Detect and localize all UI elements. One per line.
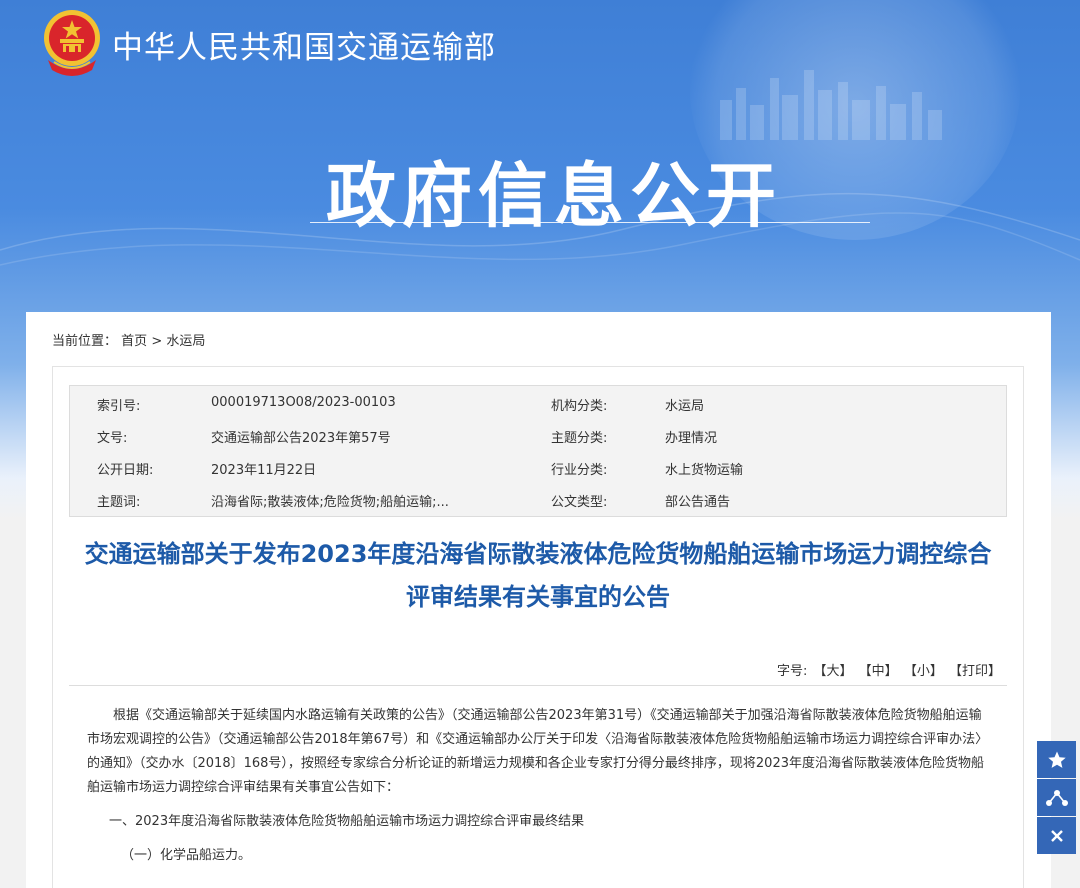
paragraph-intro: 根据《交通运输部关于延续国内水路运输有关政策的公告》（交通运输部公告2023年第… — [87, 708, 989, 795]
doctype-value: 部公告通告 — [665, 495, 731, 510]
index-label: 索引号: — [97, 399, 141, 414]
article-container: 索引号: 000019713O08/2023-00103 机构分类: 水运局 文… — [52, 366, 1024, 888]
breadcrumb-home-link[interactable]: 首页 — [121, 334, 147, 349]
share-button[interactable] — [1037, 779, 1076, 816]
city-skyline-decoration — [720, 70, 942, 140]
close-icon — [1050, 829, 1063, 842]
section-title: 政府信息公开 — [326, 154, 782, 237]
breadcrumb-current-link[interactable]: 水运局 — [166, 334, 205, 349]
print-button[interactable]: 【打印】 — [949, 664, 1001, 679]
date-value: 2023年11月22日 — [211, 463, 317, 478]
font-size-controls: 字号: 【大】 【中】 【小】 【打印】 — [777, 660, 1001, 679]
document-body: 根据《交通运输部关于延续国内水路运输有关政策的公告》（交通运输部公告2023年第… — [87, 704, 993, 868]
font-large-button[interactable]: 【大】 — [814, 664, 853, 679]
keywords-value: 沿海省际;散装液体;危险货物;船舶运输;... — [211, 495, 449, 510]
close-button[interactable] — [1037, 817, 1076, 854]
font-medium-button[interactable]: 【中】 — [859, 664, 898, 679]
org-value: 水运局 — [665, 399, 705, 414]
doctype-label: 公文类型: — [551, 495, 608, 510]
content-divider — [69, 685, 1007, 686]
docno-label: 文号: — [97, 431, 128, 446]
share-icon — [1045, 789, 1068, 806]
breadcrumb-separator: > — [151, 334, 163, 349]
ministry-name[interactable]: 中华人民共和国交通运输部 — [112, 22, 496, 67]
breadcrumb: 当前位置： 首页 > 水运局 — [52, 330, 205, 349]
font-small-button[interactable]: 【小】 — [904, 664, 943, 679]
paragraph-subsection-1: （一）化学品船运力。 — [121, 848, 252, 863]
content-card: 当前位置： 首页 > 水运局 索引号: 000019713O08/2023-00… — [26, 312, 1051, 888]
org-label: 机构分类: — [551, 399, 608, 414]
topic-label: 主题分类: — [551, 431, 608, 446]
metadata-table: 索引号: 000019713O08/2023-00103 机构分类: 水运局 文… — [69, 385, 1007, 517]
industry-label: 行业分类: — [551, 463, 608, 478]
favorite-button[interactable] — [1037, 741, 1076, 778]
keywords-label: 主题词: — [97, 495, 141, 510]
title-underline — [310, 222, 870, 223]
docno-value: 交通运输部公告2023年第57号 — [211, 431, 391, 446]
breadcrumb-prefix: 当前位置： — [52, 334, 118, 349]
industry-value: 水上货物运输 — [665, 463, 744, 478]
paragraph-section-1: 一、2023年度沿海省际散装液体危险货物船舶运输市场运力调控综合评审最终结果 — [109, 814, 585, 829]
date-label: 公开日期: — [97, 463, 154, 478]
index-value: 000019713O08/2023-00103 — [211, 395, 396, 410]
topic-value: 办理情况 — [665, 431, 718, 446]
document-title: 交通运输部关于发布2023年度沿海省际散装液体危险货物船舶运输市场运力调控综合评… — [84, 540, 992, 611]
font-size-label: 字号: — [776, 664, 808, 679]
national-emblem-icon — [44, 10, 100, 76]
star-icon — [1047, 751, 1066, 768]
